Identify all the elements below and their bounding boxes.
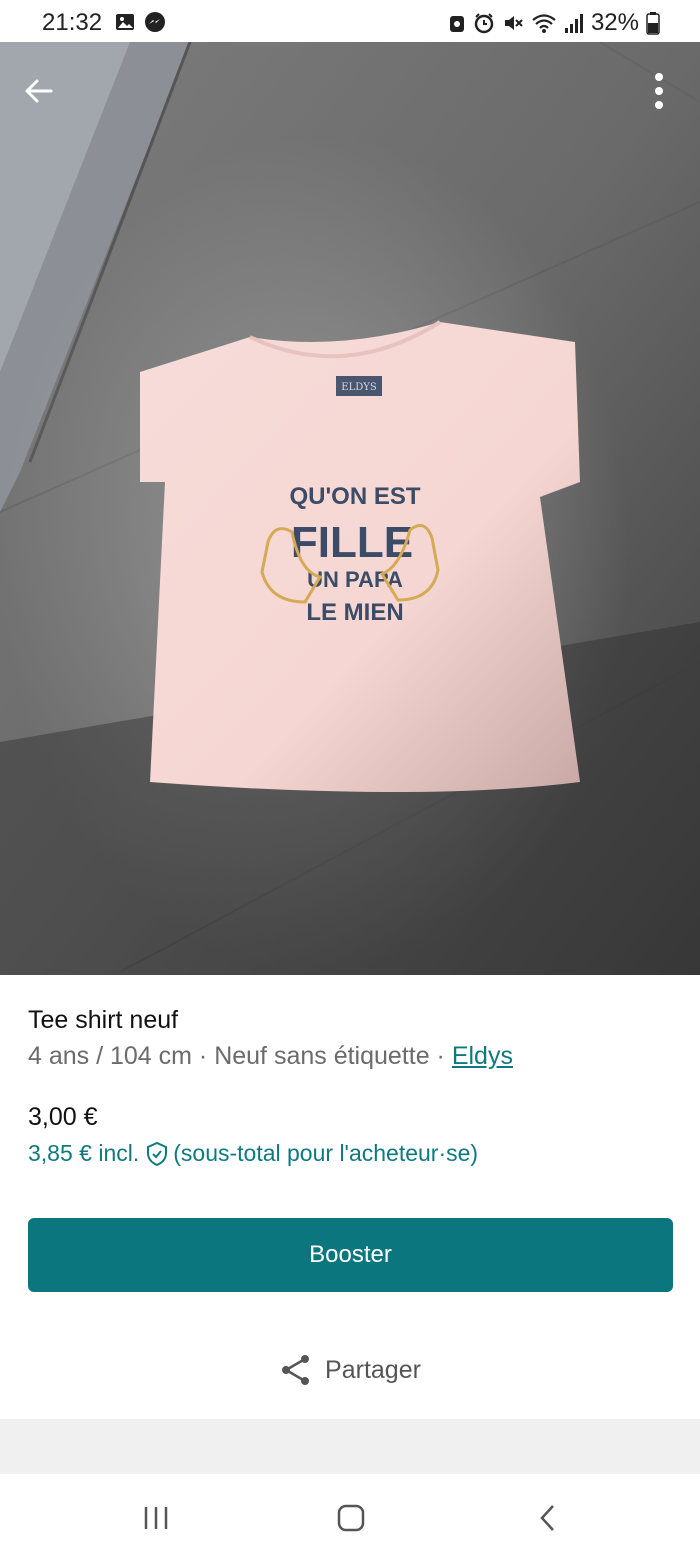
back-button[interactable] <box>18 70 60 112</box>
messenger-icon <box>144 11 166 33</box>
home-button[interactable] <box>321 1496 381 1540</box>
alarm-icon <box>473 12 495 34</box>
battery-icon <box>646 11 660 35</box>
status-time: 21:32 <box>42 9 103 36</box>
section-divider <box>0 1419 700 1474</box>
arrow-left-icon <box>25 79 53 103</box>
share-label: Partager <box>325 1355 421 1384</box>
mute-icon <box>502 12 524 34</box>
more-options-button[interactable] <box>640 68 678 114</box>
photo-scene: ELDYS QU'ON EST FILLE UN PAPA LE MIEN <box>0 42 700 975</box>
item-size-condition: 4 ans / 104 cm · Neuf sans étiquette · <box>28 1042 452 1070</box>
item-details: Tee shirt neuf 4 ans / 104 cm · Neuf san… <box>0 975 700 1419</box>
brand-link[interactable]: Eldys <box>452 1042 513 1070</box>
recents-icon <box>144 1507 168 1529</box>
shield-check-icon <box>145 1141 169 1167</box>
item-attributes: 4 ans / 104 cm · Neuf sans étiquette · E… <box>28 1042 513 1071</box>
status-bar: 21:32 32% <box>0 0 700 42</box>
buyer-price-info[interactable]: 3,85 € incl. (sous-total pour l'acheteur… <box>28 1140 478 1167</box>
print-line-4: LE MIEN <box>306 599 403 626</box>
home-icon <box>337 1504 365 1532</box>
vpn-icon <box>448 12 466 34</box>
more-vertical-icon <box>655 73 663 109</box>
shirt-label: ELDYS <box>341 382 377 393</box>
item-photo[interactable]: ELDYS QU'ON EST FILLE UN PAPA LE MIEN <box>0 42 700 975</box>
booster-button[interactable]: Booster <box>28 1218 673 1292</box>
battery-percent: 32% <box>590 9 639 36</box>
system-nav-bar <box>0 1474 700 1560</box>
nav-back-button[interactable] <box>518 1496 578 1540</box>
share-icon <box>282 1355 310 1385</box>
buyer-price: 3,85 € incl. <box>28 1140 140 1166</box>
signal-icon <box>564 12 584 34</box>
print-line-2: FILLE <box>291 518 413 567</box>
wifi-icon <box>531 12 557 34</box>
item-price: 3,00 € <box>28 1103 98 1131</box>
back-icon <box>540 1505 554 1531</box>
share-button[interactable]: Partager <box>0 1345 700 1395</box>
gallery-icon <box>114 11 136 33</box>
buyer-price-note: (sous-total pour l'acheteur·se) <box>173 1140 479 1166</box>
print-line-1: QU'ON EST <box>289 483 420 510</box>
recents-button[interactable] <box>126 1496 186 1540</box>
item-title: Tee shirt neuf <box>28 1006 179 1034</box>
